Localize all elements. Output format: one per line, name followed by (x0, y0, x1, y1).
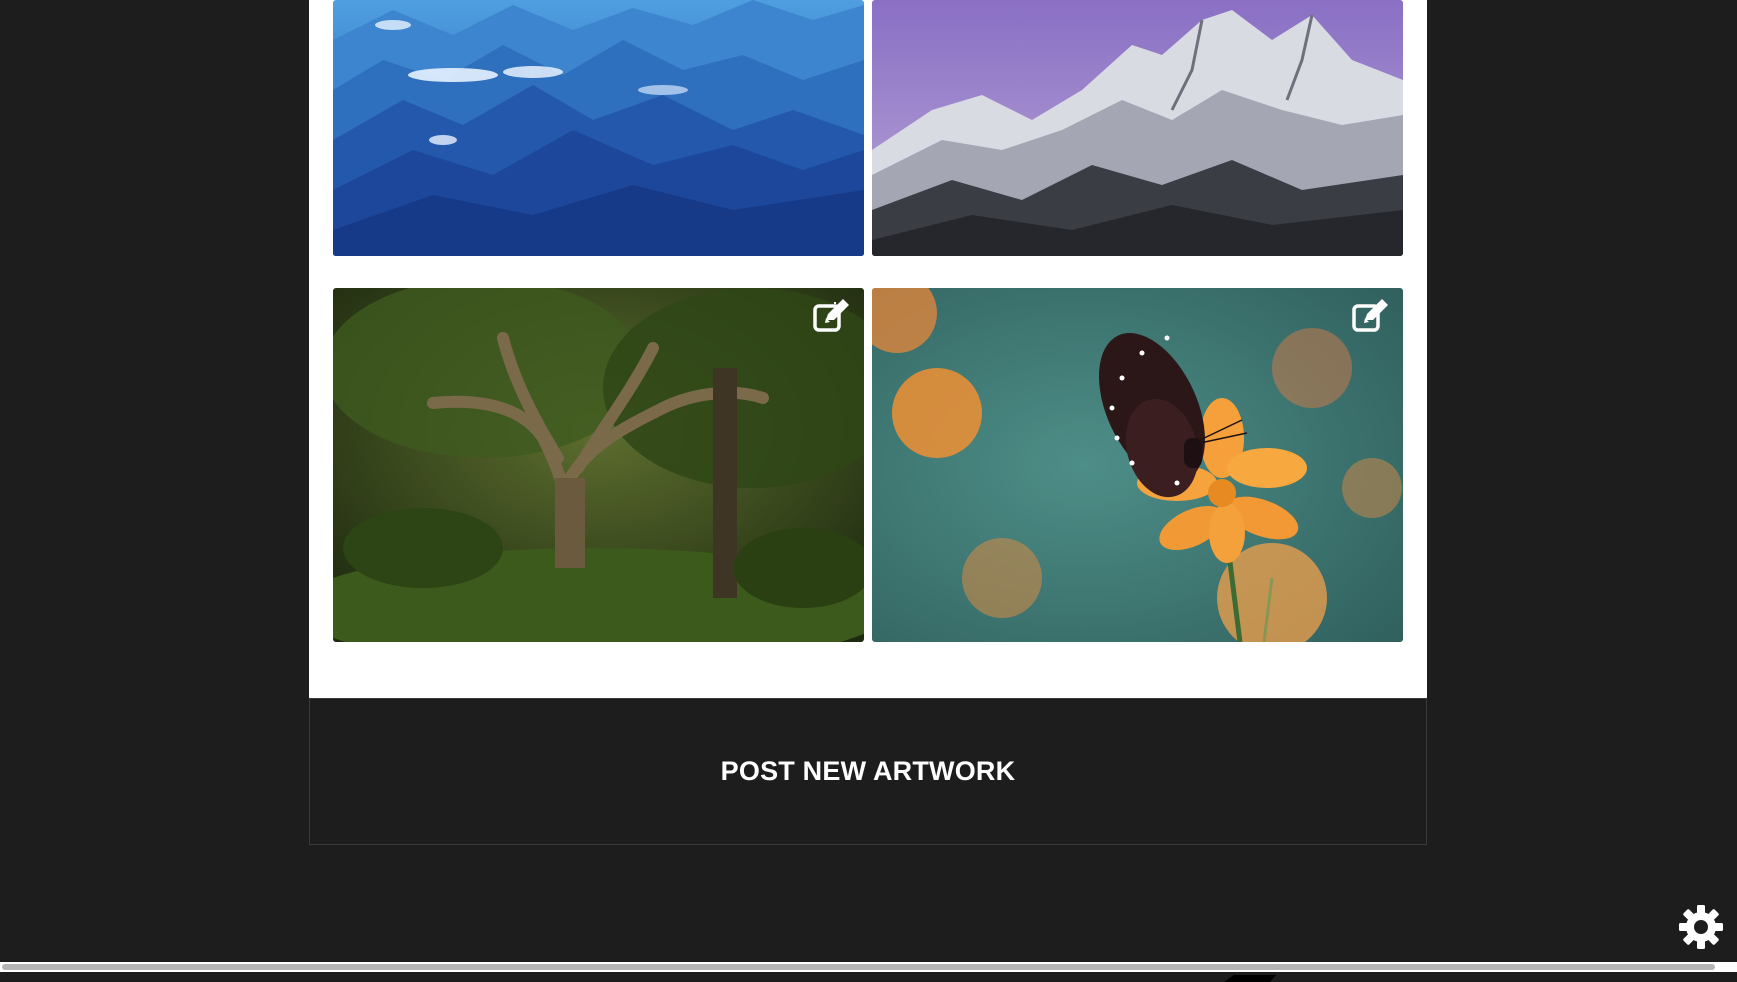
artwork-image[interactable] (872, 0, 1403, 256)
settings-button[interactable] (1678, 904, 1724, 950)
page: POST NEW ARTWORK (0, 0, 1737, 982)
artwork-card[interactable] (333, 0, 864, 256)
artwork-card[interactable] (872, 0, 1403, 256)
edit-button[interactable] (812, 298, 850, 334)
edit-button[interactable] (1351, 298, 1389, 334)
edit-icon (1352, 299, 1388, 332)
artwork-card[interactable] (333, 288, 864, 642)
artwork-image[interactable] (333, 0, 864, 256)
artwork-card[interactable] (872, 288, 1403, 642)
artwork-image[interactable] (872, 288, 1403, 642)
partial-graphic (1224, 975, 1276, 982)
artwork-gallery (309, 0, 1427, 698)
post-new-artwork-label: POST NEW ARTWORK (720, 756, 1016, 786)
horizontal-scrollbar[interactable] (0, 962, 1737, 972)
artwork-image[interactable] (333, 288, 864, 642)
edit-icon (813, 299, 849, 332)
scrollbar-thumb[interactable] (2, 964, 1715, 970)
post-new-artwork-button[interactable]: POST NEW ARTWORK (309, 698, 1427, 845)
gear-icon (1679, 905, 1723, 949)
